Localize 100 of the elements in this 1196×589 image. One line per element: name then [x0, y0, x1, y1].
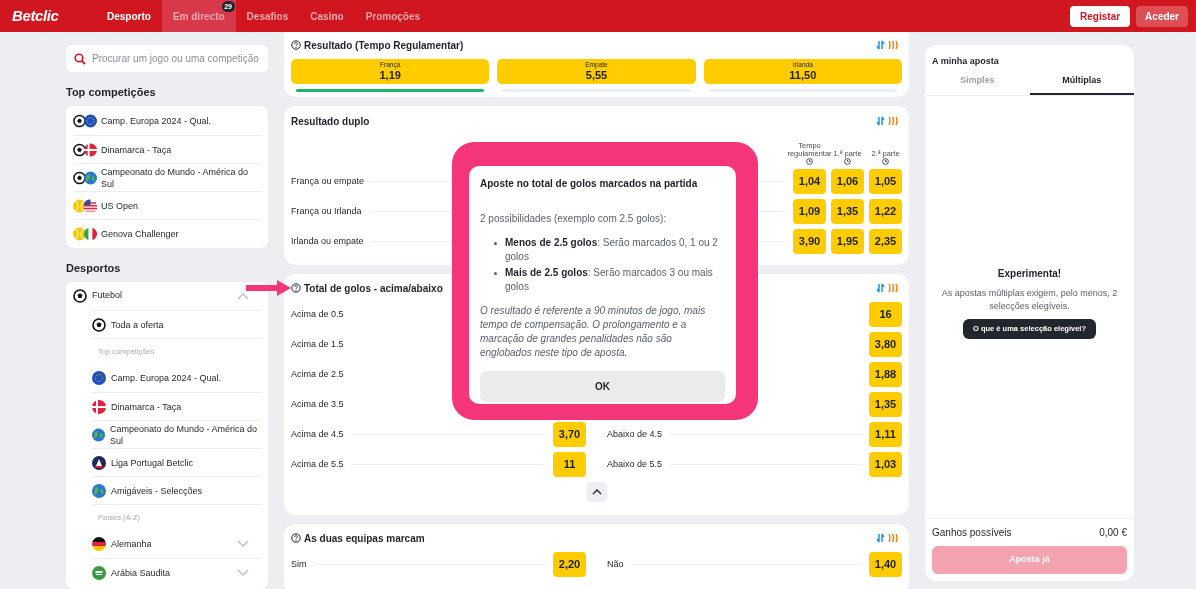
market-title: Resultado (Tempo Regulamentar) [304, 38, 464, 53]
country-link[interactable]: Arábia Saudita [111, 566, 171, 579]
odds-button[interactable]: 3,90 [793, 229, 826, 254]
logo[interactable]: Betclic [12, 4, 84, 28]
outcome-label: Acima de 0.5 [291, 307, 344, 321]
stats-icon[interactable] [876, 40, 885, 50]
odds-button[interactable]: 2,35 [869, 229, 902, 254]
collapse-button[interactable] [586, 482, 607, 502]
bullet-text: Menos de 2.5 golos: Serão marcados 0, 1 ou 2 golos [505, 236, 719, 264]
odds-button[interactable]: 1,03 [869, 452, 902, 477]
flag-icon [92, 371, 106, 385]
chevron-up-icon [591, 489, 602, 495]
outcome-label: Abaixo de 4.5 [607, 427, 663, 441]
odds-button[interactable]: 11 [553, 452, 586, 477]
outcome-label: Irlanda ou empate [291, 234, 364, 248]
odds-button[interactable]: 3,70 [553, 422, 586, 447]
odds-button[interactable]: 1,40 [869, 552, 902, 577]
ok-button[interactable]: OK [480, 371, 725, 402]
competition-link[interactable]: Camp. Europa 2024 - Qual. [101, 115, 212, 127]
clock-icon [882, 158, 889, 165]
section-title: Top competições [66, 86, 157, 98]
bet-tab[interactable]: Múltiplas [1029, 68, 1134, 95]
odds-value: 1,19 [379, 69, 401, 81]
market-title: Total de golos - acima/abaixo [304, 281, 443, 296]
live-waves-icon[interactable] [888, 283, 898, 293]
odds-button[interactable]: 16 [869, 302, 902, 327]
tennis-ball-icon [73, 226, 86, 241]
market-title: Resultado duplo [291, 114, 370, 129]
globe-icon [92, 483, 106, 498]
outcome-label: Acima de 5.5 [291, 457, 344, 471]
register-button[interactable]: Registar [1070, 5, 1131, 27]
login-button[interactable]: Aceder [1136, 5, 1188, 27]
competition-link[interactable]: Campeonato do Mundo - América do Sul [101, 165, 261, 190]
help-icon[interactable] [291, 533, 301, 543]
section-title: Desportos [66, 262, 122, 274]
competition-link[interactable]: Campeonato do Mundo - América do Sul [110, 422, 261, 447]
modal-title: Aposte no total de golos marcados na partida [480, 177, 699, 191]
league-logo-icon [92, 455, 106, 470]
odds-button[interactable]: 1,05 [869, 169, 902, 194]
flag-icon [84, 142, 97, 157]
outcome-label: Acima de 1.5 [291, 337, 344, 351]
outcome-label: Sim [291, 557, 307, 571]
competition-link[interactable]: US Open [101, 199, 139, 212]
odds-button[interactable]: 1,22 [869, 199, 902, 224]
help-icon[interactable] [291, 283, 301, 293]
bullet-icon [494, 242, 497, 245]
stats-icon[interactable] [876, 116, 885, 126]
odds-button[interactable]: 2,20 [553, 552, 586, 577]
bullet-text: Mais de 2.5 golos: Serão marcados 3 ou mais golos [505, 266, 714, 294]
competition-link[interactable]: Dinamarca - Taça [101, 143, 172, 156]
empty-text: As apostas múltiplas exigem, pelo menos, 2 selecções elegíveis. [940, 286, 1119, 313]
empty-title: Experimenta! [997, 266, 1062, 281]
competition-link[interactable]: Toda a oferta [111, 318, 164, 331]
winnings-value: 0,00 € [1099, 526, 1127, 540]
panel-title: A minha aposta [932, 54, 999, 68]
live-waves-icon[interactable] [888, 116, 898, 126]
outcome-label: Acima de 4.5 [291, 427, 344, 441]
soccer-ball-icon [73, 289, 87, 303]
pointer-arrow [246, 280, 291, 296]
odds-value: 11,50 [789, 69, 817, 81]
outcome-label: Acima de 3.5 [291, 397, 344, 411]
stats-icon[interactable] [876, 533, 885, 543]
live-waves-icon[interactable] [888, 533, 898, 543]
stats-icon[interactable] [876, 283, 885, 293]
flag-icon [92, 537, 106, 551]
modal-note: O resultado é referente a 90 minutos de jogo, mais tempo de compensação. O prolongamento e a marcação de grandes penalidades não são englobados neste tipo de aposta. [480, 304, 707, 360]
help-icon[interactable] [291, 40, 301, 50]
odds-button[interactable]: 1,95 [831, 229, 864, 254]
odds-button[interactable]: 1,11 [869, 422, 902, 447]
sport-link[interactable]: Futebol [92, 289, 123, 303]
outcome-label: Não [607, 557, 624, 571]
competition-link[interactable]: Liga Portugal Betclic [111, 456, 194, 469]
outcome-label: França ou Irlanda [291, 204, 362, 218]
odds-value: 5,55 [585, 69, 608, 81]
modal-text: 2 possibilidades (exemplo com 2.5 golos): [480, 212, 668, 226]
odds-button[interactable]: 1,09 [793, 199, 826, 224]
outcome-label: França ou empate [291, 174, 365, 188]
winnings-label: Ganhos possíveis [932, 526, 1012, 540]
competition-link[interactable]: Genova Challenger [101, 227, 179, 240]
flag-icon [84, 226, 97, 241]
search-icon [74, 53, 86, 65]
odds-button[interactable]: 1,04 [793, 169, 826, 194]
competition-link[interactable]: Amigáveis - Selecções [111, 484, 203, 497]
search-field[interactable]: Procurar um jogo ou uma competição [66, 45, 268, 72]
flag-icon [92, 399, 106, 414]
flag-icon [84, 198, 97, 213]
competition-link[interactable]: Dinamarca - Taça [111, 400, 182, 413]
nav-tab[interactable]: Desporto [96, 0, 162, 32]
live-waves-icon[interactable] [888, 40, 898, 50]
competition-link[interactable]: Camp. Europa 2024 - Qual. [111, 372, 222, 384]
odds-button[interactable]: 1,06 [831, 169, 864, 194]
flag-icon [84, 114, 97, 128]
odds-button[interactable]: 1,35 [869, 392, 902, 417]
country-link[interactable]: Alemanha [111, 538, 152, 550]
globe-icon [84, 170, 97, 185]
odds-button[interactable]: 3,80 [869, 332, 902, 357]
odds-button[interactable]: 1,88 [869, 362, 902, 387]
odds-button[interactable]: 1,35 [831, 199, 864, 224]
flag-icon [92, 565, 106, 580]
outcome-label: Acima de 2.5 [291, 367, 344, 381]
